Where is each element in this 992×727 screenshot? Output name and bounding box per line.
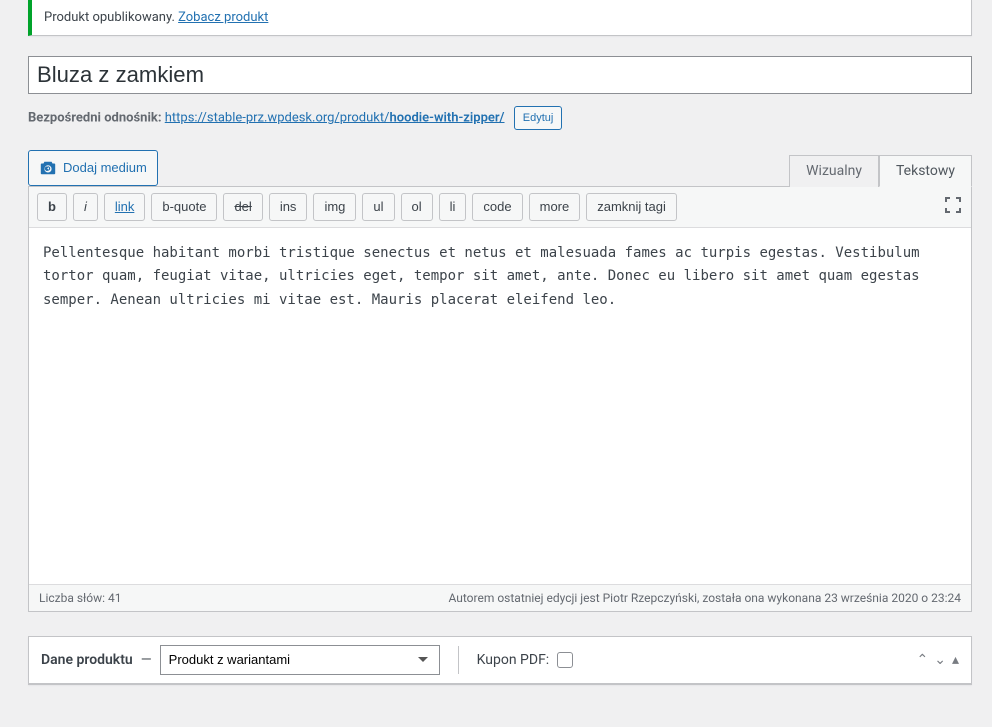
notice-view-product-link[interactable]: Zobacz produkt [178, 10, 268, 25]
product-type-select[interactable]: Produkt z wariantami [160, 645, 440, 675]
content-textarea[interactable] [29, 228, 971, 580]
quicktags-toolbar: b i link b-quote del ins img ul ol li co… [29, 187, 971, 228]
qt-code[interactable]: code [472, 193, 522, 221]
qt-img[interactable]: img [313, 193, 356, 221]
product-data-header: Dane produktu — Produkt z wariantami Kup… [29, 637, 971, 684]
qt-blockquote[interactable]: b-quote [151, 193, 217, 221]
editor-box: b i link b-quote del ins img ul ol li co… [28, 186, 972, 612]
camera-icon [39, 159, 57, 177]
toggle-panel-icon[interactable]: ▴ [952, 652, 959, 668]
qt-italic[interactable]: i [73, 193, 98, 221]
separator [458, 646, 459, 674]
qt-link[interactable]: link [104, 193, 146, 221]
notice-text: Produkt opublikowany. [44, 10, 178, 25]
qt-ul[interactable]: ul [362, 193, 394, 221]
product-data-heading: Dane produktu [41, 652, 133, 668]
product-data-box: Dane produktu — Produkt z wariantami Kup… [28, 636, 972, 685]
qt-li[interactable]: li [439, 193, 467, 221]
move-down-icon[interactable]: ⌄ [934, 652, 946, 668]
qt-ins[interactable]: ins [269, 193, 308, 221]
qt-bold[interactable]: b [37, 193, 67, 221]
editor-status-bar: Liczba słów: 41 Autorem ostatniej edycji… [29, 584, 971, 611]
product-title-input[interactable] [28, 56, 972, 94]
distraction-free-icon[interactable] [943, 195, 963, 219]
add-media-button[interactable]: Dodaj medium [28, 150, 158, 186]
qt-del[interactable]: del [223, 193, 262, 221]
kupon-pdf-label: Kupon PDF: [477, 652, 550, 668]
move-up-icon[interactable]: ⌃ [917, 652, 929, 668]
word-count: Liczba słów: 41 [39, 591, 122, 605]
qt-close-tags[interactable]: zamknij tagi [586, 193, 677, 221]
tab-visual[interactable]: Wizualny [789, 155, 879, 187]
kupon-pdf-checkbox[interactable] [557, 652, 573, 668]
permalink-row: Bezpośredni odnośnik: https://stable-prz… [28, 106, 972, 130]
qt-more[interactable]: more [529, 193, 581, 221]
notice-published: Produkt opublikowany. Zobacz produkt [28, 0, 972, 36]
permalink-edit-button[interactable]: Edytuj [514, 106, 563, 130]
tab-text[interactable]: Tekstowy [879, 155, 972, 187]
last-edit-info: Autorem ostatniej edycji jest Piotr Rzep… [448, 591, 961, 605]
permalink-label: Bezpośredni odnośnik: [28, 110, 165, 125]
qt-ol[interactable]: ol [401, 193, 433, 221]
editor-tabs: Wizualny Tekstowy [789, 154, 972, 186]
permalink-link[interactable]: https://stable-prz.wpdesk.org/produkt/ho… [165, 110, 505, 125]
